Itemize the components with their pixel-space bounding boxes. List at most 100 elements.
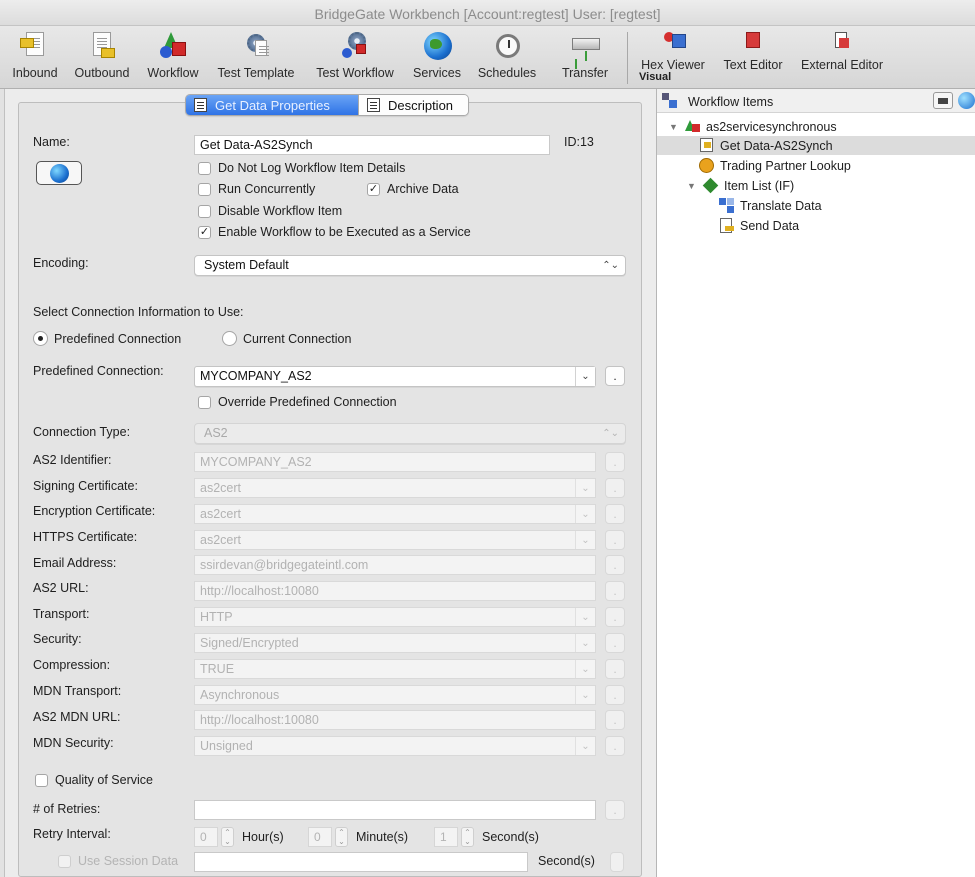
transport-browse-button[interactable]: .: [605, 607, 625, 627]
encryption-certificate-label: Encryption Certificate:: [33, 504, 156, 518]
chevron-down-icon[interactable]: ⌄: [575, 737, 595, 755]
encoding-select[interactable]: System Default ⌃⌄: [194, 255, 626, 276]
transport-label: Transport:: [33, 607, 90, 621]
inbound-icon: [20, 30, 50, 62]
no-log-checkbox[interactable]: Do Not Log Workflow Item Details: [198, 161, 405, 175]
predefined-connection-radio[interactable]: Predefined Connection: [33, 331, 181, 346]
session-data-field[interactable]: [194, 852, 528, 872]
use-session-data-checkbox[interactable]: Use Session Data: [58, 854, 178, 868]
chevron-down-icon[interactable]: ⌄: [575, 660, 595, 678]
email-address-field[interactable]: ssirdevan@bridgegateintl.com: [194, 555, 596, 575]
connection-info-label: Select Connection Information to Use:: [33, 305, 244, 319]
toolbar-schedules-button[interactable]: Schedules: [472, 30, 542, 86]
mdn-transport-browse-button[interactable]: .: [605, 685, 625, 705]
chevron-down-icon[interactable]: ⌄: [575, 479, 595, 497]
quality-of-service-checkbox[interactable]: Quality of Service: [35, 773, 153, 787]
compression-combo[interactable]: TRUE ⌄: [194, 659, 596, 679]
main-toolbar: Inbound Outbound Workflow Test Template …: [0, 26, 975, 89]
mdn-security-browse-button[interactable]: .: [605, 736, 625, 756]
chevron-down-icon[interactable]: ⌄: [575, 531, 595, 549]
run-concurrently-checkbox[interactable]: Run Concurrently: [198, 182, 315, 196]
toolbar-outbound-button[interactable]: Outbound: [68, 30, 136, 86]
compression-label: Compression:: [33, 658, 111, 672]
tree-item-trading-partner-lookup[interactable]: Trading Partner Lookup: [699, 156, 851, 175]
tree-item-get-data[interactable]: Get Data-AS2Synch: [657, 136, 975, 155]
print-icon[interactable]: [933, 92, 953, 109]
stepper-arrows-icon[interactable]: ⌃ ⌄: [461, 826, 474, 847]
chevron-down-icon[interactable]: ⌄: [575, 634, 595, 652]
browse-connection-button[interactable]: .: [605, 366, 625, 386]
security-browse-button[interactable]: .: [605, 633, 625, 653]
refresh-icon[interactable]: [958, 92, 975, 109]
minutes-stepper[interactable]: 0 ⌃ ⌄ Minute(s): [308, 826, 408, 847]
retries-browse-button[interactable]: .: [605, 800, 625, 820]
tree-item-as2servicesynchronous[interactable]: ▼ as2servicesynchronous: [669, 117, 837, 136]
seconds-stepper[interactable]: 1 ⌃ ⌄ Second(s): [434, 826, 539, 847]
translate-icon: [719, 198, 734, 213]
archive-data-checkbox[interactable]: ✓ Archive Data: [367, 182, 459, 196]
chevron-down-icon[interactable]: ⌄: [575, 608, 595, 626]
session-browse-button[interactable]: [610, 852, 624, 872]
predefined-connection-combo[interactable]: MYCOMPANY_AS2 ⌄: [194, 366, 596, 387]
email-address-browse-button[interactable]: .: [605, 555, 625, 575]
toolbar-text-editor-button[interactable]: Text Editor: [716, 30, 790, 86]
toolbar-external-editor-button[interactable]: External Editor: [796, 30, 888, 86]
name-field[interactable]: Get Data-AS2Synch: [194, 135, 550, 155]
https-certificate-combo[interactable]: as2cert ⌄: [194, 530, 596, 550]
checkbox-box: [198, 395, 211, 409]
chevron-down-icon[interactable]: ⌄: [575, 505, 595, 523]
hours-stepper[interactable]: 0 ⌃ ⌄ Hour(s): [194, 826, 284, 847]
tree-item-translate-data[interactable]: Translate Data: [719, 196, 822, 215]
toolbar-inbound-button[interactable]: Inbound: [8, 30, 62, 86]
connection-type-select[interactable]: AS2 ⌃⌄: [194, 423, 626, 444]
toolbar-test-workflow-button[interactable]: Test Workflow: [308, 30, 402, 86]
toolbar-test-template-button[interactable]: Test Template: [210, 30, 302, 86]
disable-item-checkbox[interactable]: Disable Workflow Item: [198, 204, 342, 218]
chevron-down-icon[interactable]: ⌄: [575, 686, 595, 704]
toolbar-workflow-button[interactable]: Workflow: [142, 30, 204, 86]
window-title: BridgeGate Workbench [Account:regtest] U…: [0, 0, 975, 26]
as2-mdn-url-field[interactable]: http://localhost:10080: [194, 710, 596, 730]
chevron-down-icon[interactable]: ⌄: [575, 367, 595, 386]
security-combo[interactable]: Signed/Encrypted ⌄: [194, 633, 596, 653]
tree-item-item-list-if[interactable]: ▼ Item List (IF): [687, 176, 794, 195]
description-icon: [367, 98, 380, 112]
tab-get-data-properties[interactable]: Get Data Properties: [186, 95, 358, 115]
toolbar-transfer-button[interactable]: Transfer: [554, 30, 616, 86]
disclosure-open-icon[interactable]: ▼: [687, 181, 697, 191]
toolbar-services-button[interactable]: Services: [406, 30, 468, 86]
as2-url-browse-button[interactable]: .: [605, 581, 625, 601]
workflow-items-icon: [662, 93, 678, 109]
as2-identifier-field[interactable]: MYCOMPANY_AS2: [194, 452, 596, 472]
compression-browse-button[interactable]: .: [605, 659, 625, 679]
https-certificate-browse-button[interactable]: .: [605, 530, 625, 550]
send-data-icon: [719, 218, 734, 233]
checkbox-box: [58, 854, 71, 868]
stepper-arrows-icon[interactable]: ⌃ ⌄: [221, 826, 234, 847]
tree-item-send-data[interactable]: Send Data: [719, 216, 799, 235]
encryption-certificate-browse-button[interactable]: .: [605, 504, 625, 524]
as2-identifier-label: AS2 Identifier:: [33, 453, 112, 467]
signing-certificate-combo[interactable]: as2cert ⌄: [194, 478, 596, 498]
stepper-arrows-icon[interactable]: ⌃ ⌄: [335, 826, 348, 847]
as2-identifier-browse-button[interactable]: .: [605, 452, 625, 472]
service-globe-button[interactable]: [36, 161, 82, 185]
retries-field[interactable]: [194, 800, 596, 820]
mdn-security-combo[interactable]: Unsigned ⌄: [194, 736, 596, 756]
checkbox-box: [198, 161, 211, 175]
signing-certificate-browse-button[interactable]: .: [605, 478, 625, 498]
override-connection-checkbox[interactable]: Override Predefined Connection: [198, 395, 397, 409]
encoding-label: Encoding:: [33, 256, 89, 270]
workflow-items-title: Workflow Items: [688, 95, 774, 109]
current-connection-radio[interactable]: Current Connection: [222, 331, 351, 346]
radio-selected-icon: [33, 331, 48, 346]
tab-description[interactable]: Description: [358, 95, 468, 115]
enable-service-checkbox[interactable]: ✓ Enable Workflow to be Executed as a Ser…: [198, 225, 471, 239]
mdn-transport-combo[interactable]: Asynchronous ⌄: [194, 685, 596, 705]
as2-url-field[interactable]: http://localhost:10080: [194, 581, 596, 601]
as2-mdn-url-browse-button[interactable]: .: [605, 710, 625, 730]
transport-combo[interactable]: HTTP ⌄: [194, 607, 596, 627]
text-editor-icon: [738, 30, 768, 52]
encryption-certificate-combo[interactable]: as2cert ⌄: [194, 504, 596, 524]
disclosure-open-icon[interactable]: ▼: [669, 122, 679, 132]
